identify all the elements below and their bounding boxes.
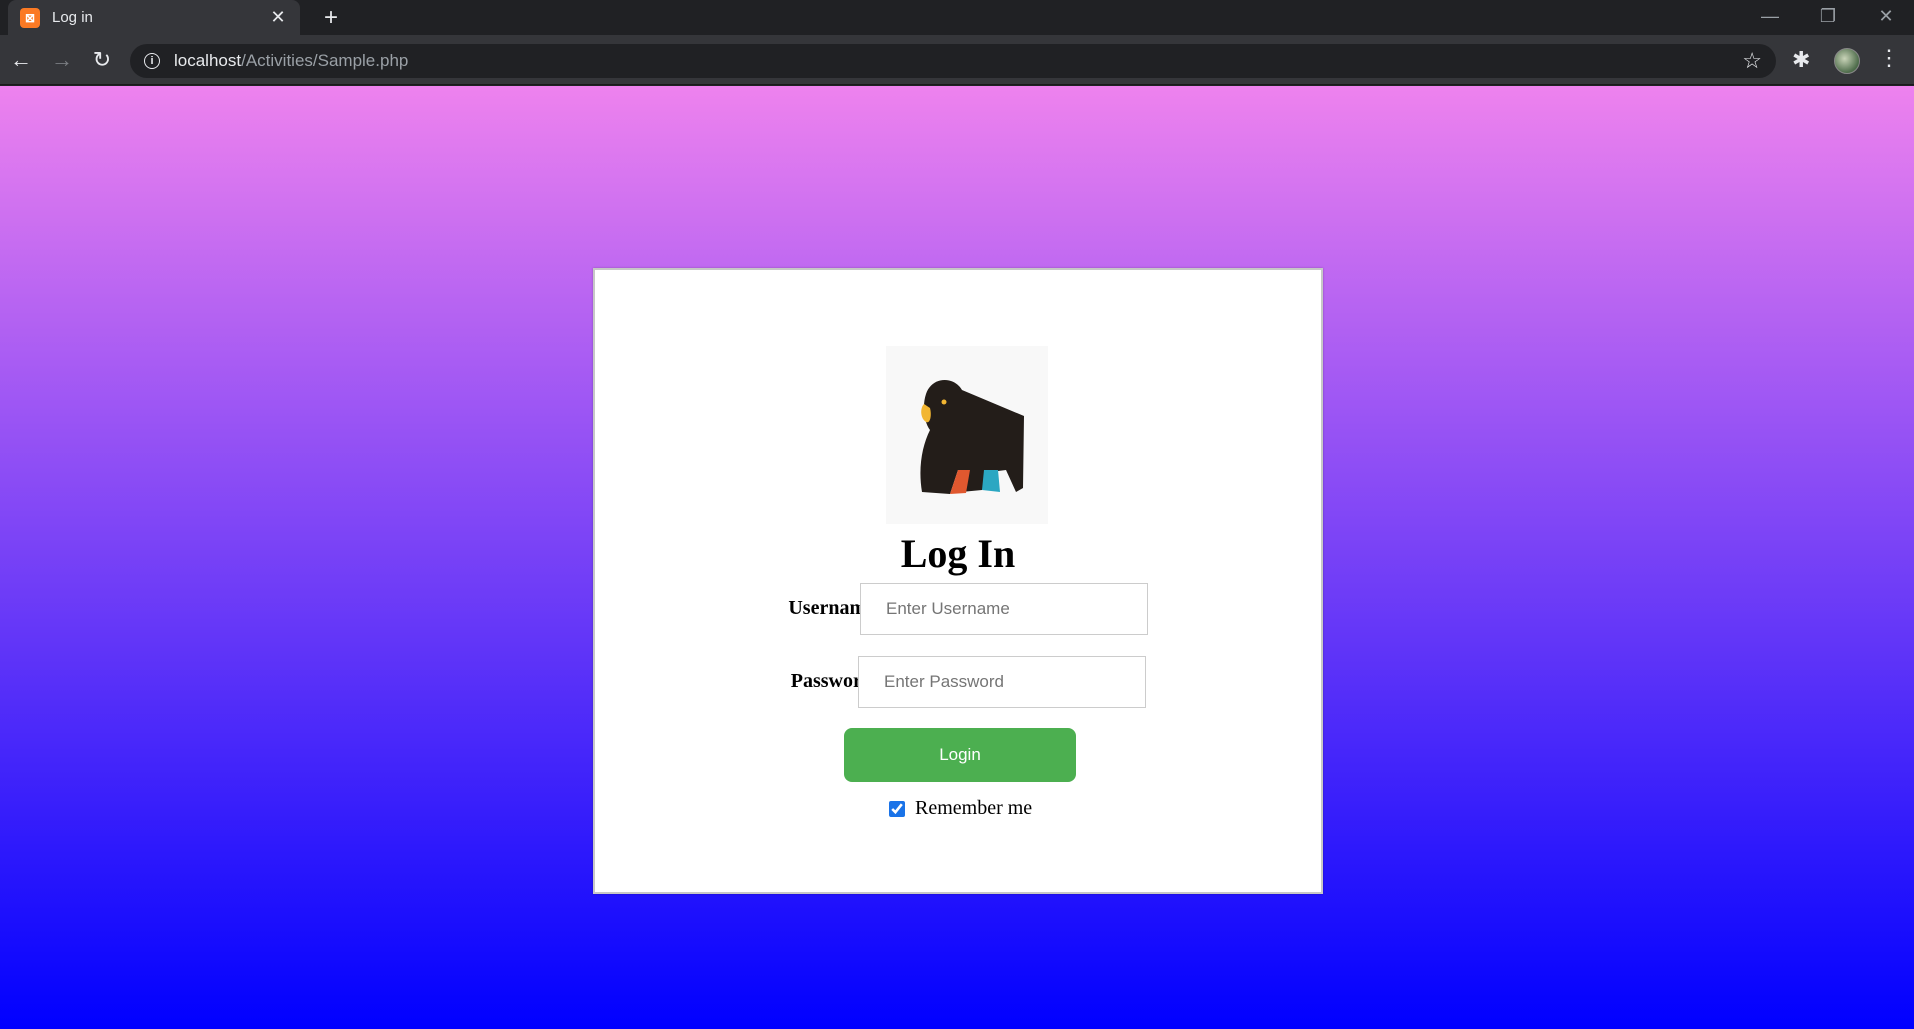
gorilla-icon (920, 379, 1024, 494)
remember-me-row: Remember me (889, 797, 1032, 820)
back-arrow-icon[interactable]: ← (6, 45, 36, 75)
restore-icon[interactable]: ❐ (1800, 2, 1856, 30)
avatar[interactable] (1834, 48, 1860, 74)
tab-strip: ⊠ Log in ✕ + — ❐ ✕ (0, 0, 1914, 35)
star-icon[interactable]: ☆ (1742, 48, 1762, 74)
reload-icon[interactable]: ↻ (87, 45, 117, 75)
browser-tab[interactable]: ⊠ Log in ✕ (8, 0, 300, 35)
tab-title: Log in (52, 9, 93, 26)
password-label: Password (790, 670, 873, 692)
username-label: Username (788, 597, 875, 619)
forward-arrow-icon[interactable]: → (47, 45, 77, 75)
puzzle-icon[interactable]: ✱ (1792, 47, 1810, 73)
close-tab-icon[interactable]: ✕ (268, 7, 288, 28)
page-title: Log In (900, 531, 1016, 576)
remember-me-label[interactable]: Remember me (915, 797, 1032, 820)
username-input[interactable] (860, 583, 1148, 635)
xampp-favicon-icon: ⊠ (20, 7, 40, 28)
kebab-menu-icon[interactable]: ⋮ (1878, 45, 1900, 71)
gorilla-logo (886, 346, 1048, 524)
browser-toolbar: ← → ↻ i localhost/Activities/Sample.php … (0, 35, 1914, 85)
minimize-icon[interactable]: — (1742, 2, 1798, 30)
url-host: localhost (174, 51, 242, 70)
address-bar[interactable]: i localhost/Activities/Sample.php ☆ (130, 44, 1776, 78)
url-path: /Activities/Sample.php (241, 51, 409, 70)
window-close-icon[interactable]: ✕ (1858, 2, 1914, 30)
password-input[interactable] (858, 656, 1146, 708)
login-button[interactable]: Login (844, 728, 1076, 782)
url-text: localhost/Activities/Sample.php (174, 51, 408, 71)
info-icon[interactable]: i (144, 53, 160, 69)
remember-me-checkbox[interactable] (889, 800, 905, 817)
page-viewport: Log In Username Password Login Remember … (0, 86, 1914, 1029)
new-tab-icon[interactable]: + (318, 4, 344, 32)
login-card: Log In Username Password Login Remember … (593, 268, 1323, 894)
